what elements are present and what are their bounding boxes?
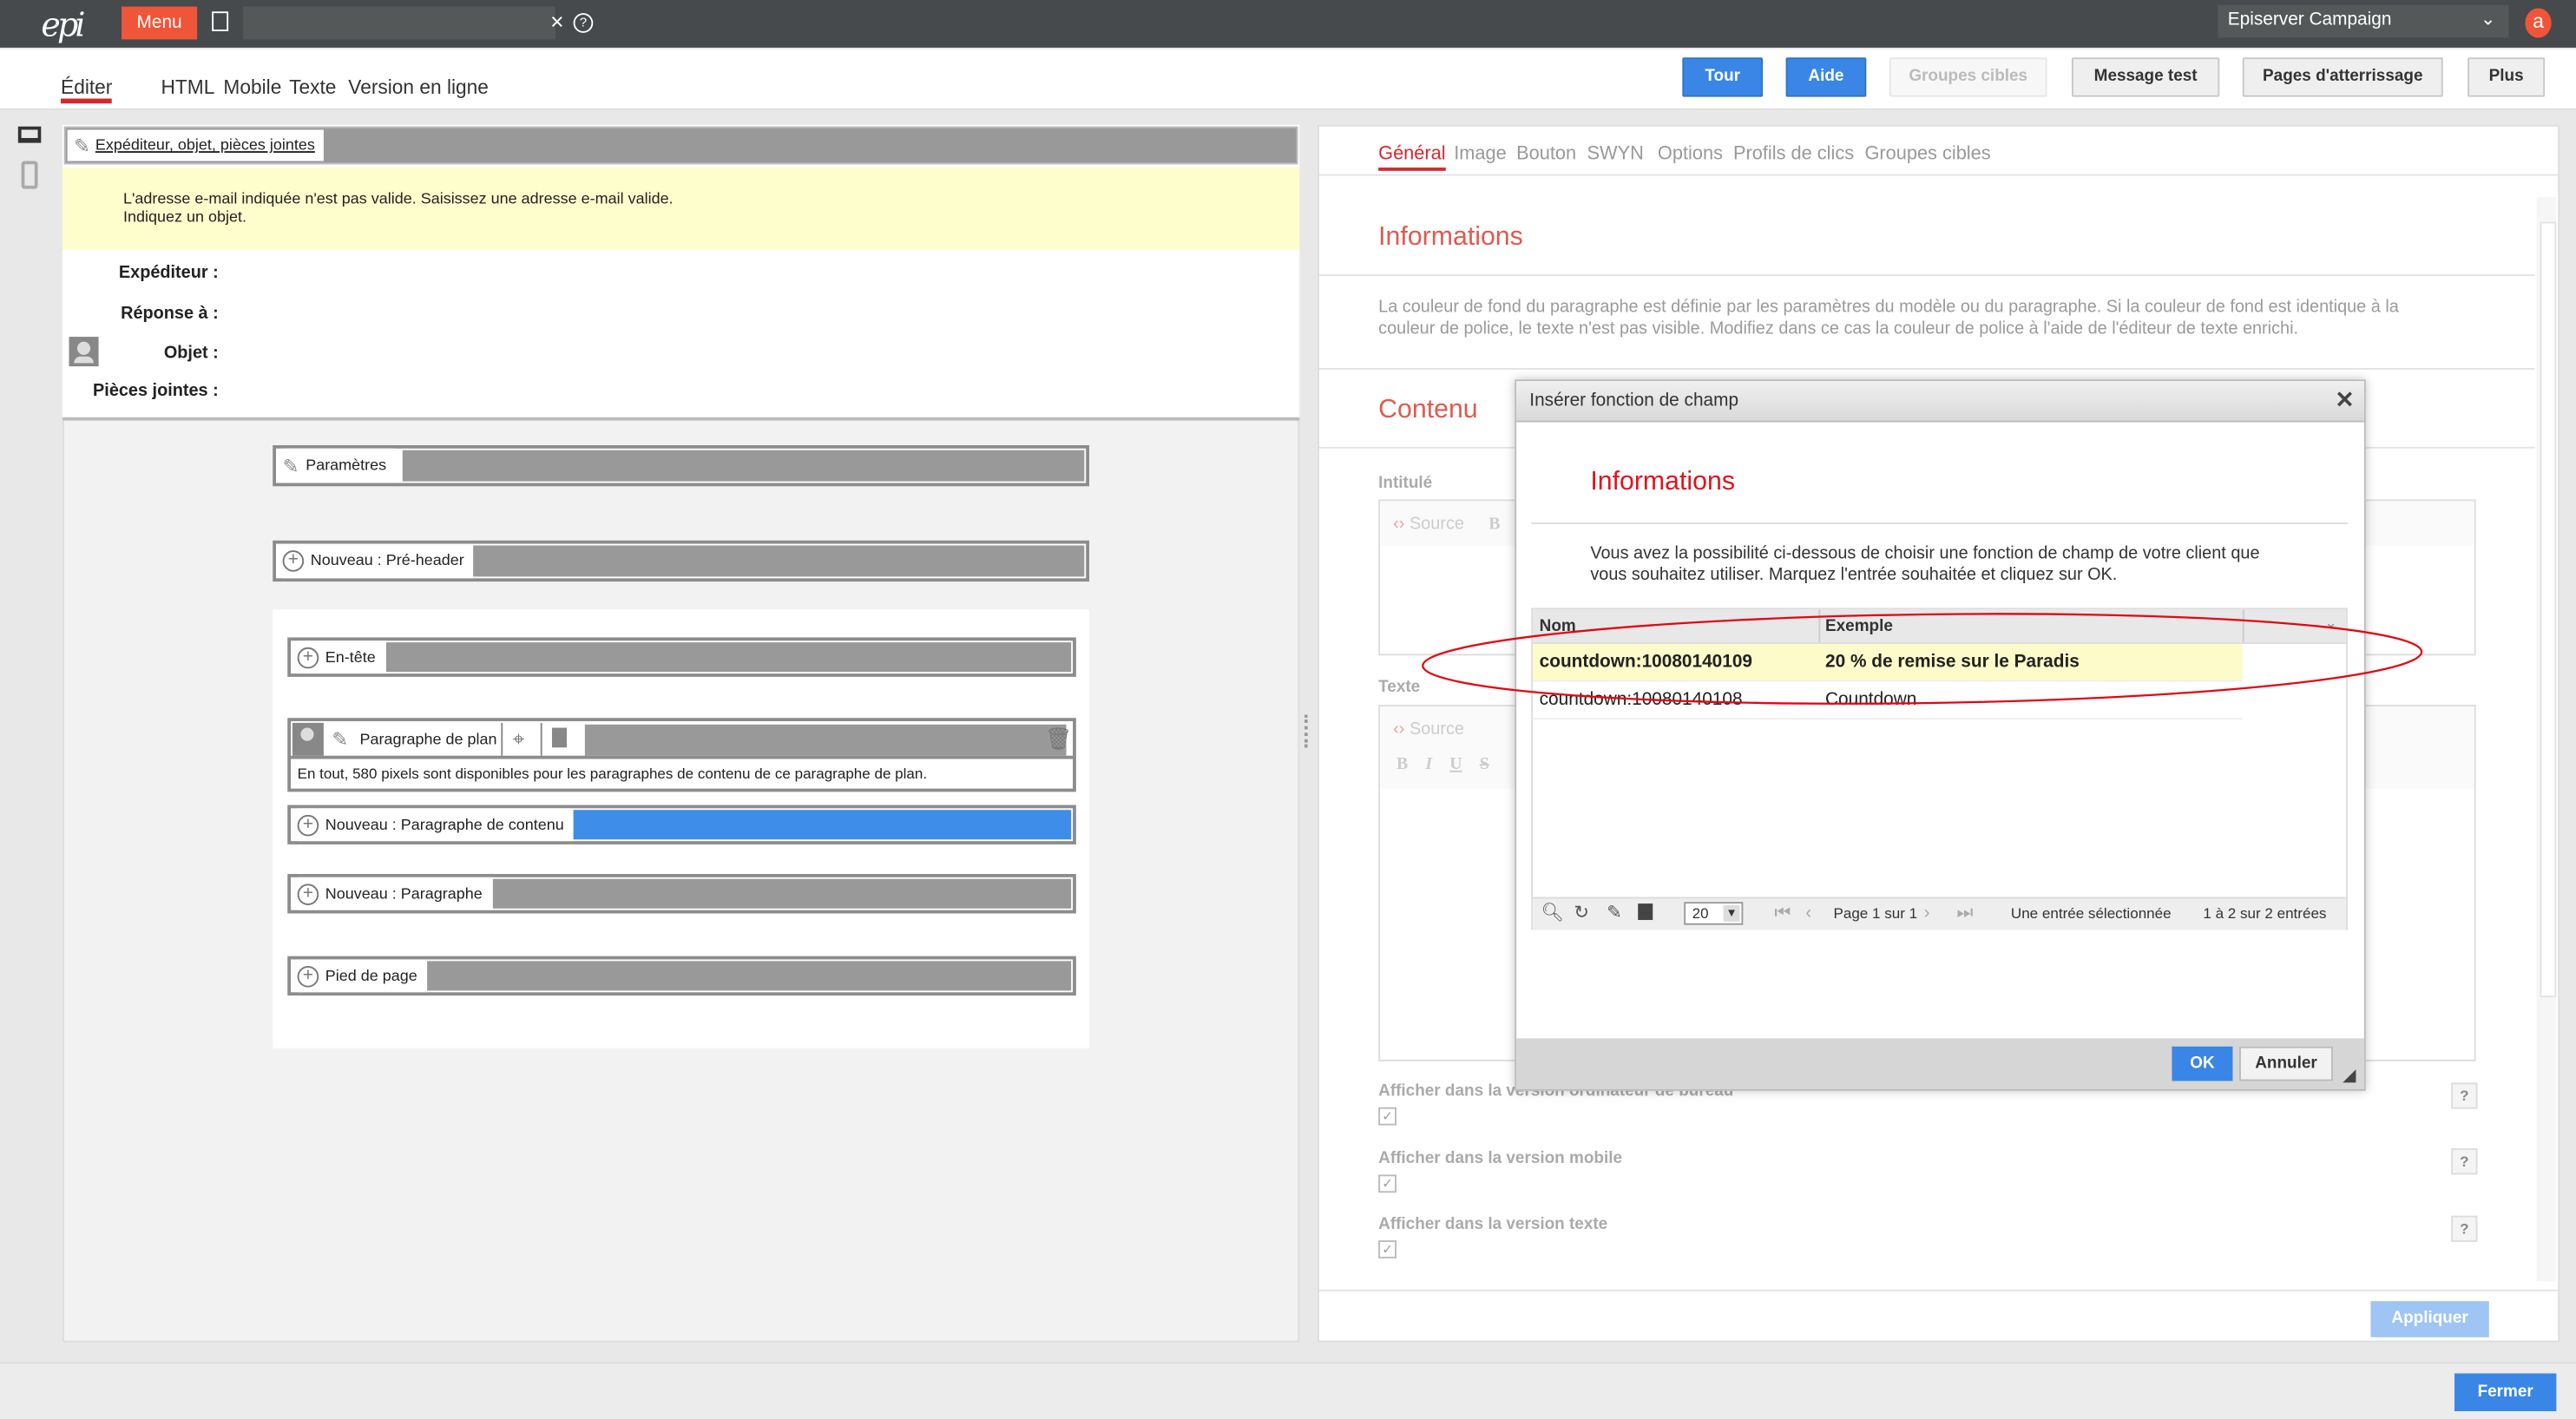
annotation-ellipse [1422,613,2423,705]
annotation-layer [1422,613,2423,705]
